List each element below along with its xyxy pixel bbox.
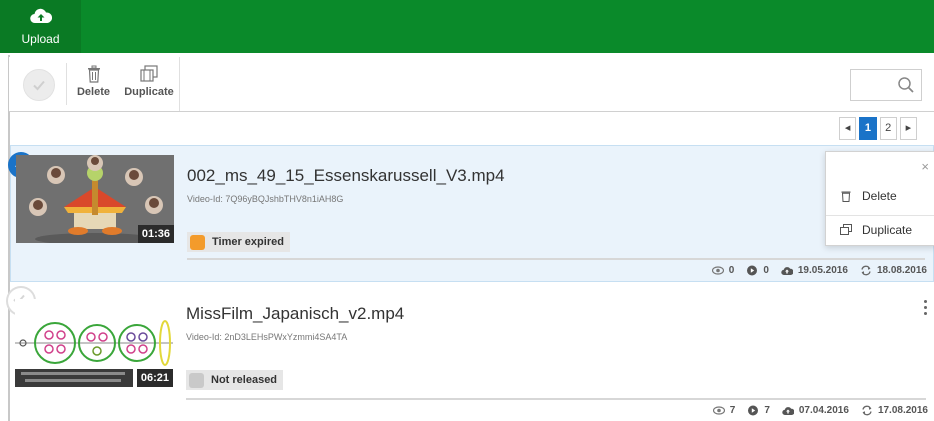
update-date: 17.08.2016 (877, 405, 928, 416)
delete-button[interactable]: Delete (71, 63, 116, 105)
cloud-upload-icon (781, 267, 793, 276)
status-label: Timer expired (212, 236, 284, 248)
row-divider (187, 258, 925, 260)
video-title[interactable]: MissFilm_Japanisch_v2.mp4 (186, 304, 404, 324)
pagination-page-1[interactable]: 1 (859, 117, 877, 140)
timer-icon (190, 234, 205, 250)
views-count: 7 (729, 405, 736, 416)
update-date-stat: 17.08.2016 (861, 405, 928, 416)
video-thumbnail[interactable]: 06:21 (15, 299, 173, 387)
row-context-menu: × Delete Duplicate (825, 151, 934, 246)
update-date: 18.08.2016 (876, 265, 927, 276)
trash-icon (87, 65, 100, 83)
upload-label: Upload (21, 32, 60, 46)
upload-date-stat: 19.05.2016 (781, 265, 848, 276)
video-id: Video-Id: 2nD3LEHsPWxYzmmi4SA4TA (186, 332, 348, 342)
status-badge: Timer expired (187, 232, 290, 252)
pagination-page-2[interactable]: 2 (879, 117, 897, 140)
video-row[interactable]: 06:21 MissFilm_Japanisch_v2.mp4 Video-Id… (6, 286, 934, 421)
context-delete-label: Delete (862, 189, 897, 203)
duplicate-film-icon (140, 65, 158, 82)
duplicate-button[interactable]: Duplicate (121, 63, 177, 105)
duplicate-film-icon (840, 224, 852, 235)
delete-label: Delete (76, 86, 111, 98)
search-input[interactable] (850, 69, 922, 101)
video-duration: 01:36 (137, 225, 174, 243)
video-stats: 0 0 19.05.2016 18.08.2016 (700, 265, 927, 276)
views-count: 0 (728, 265, 735, 276)
status-label: Not released (211, 374, 278, 386)
video-stats: 7 7 07.04.2016 17.08.2016 (701, 405, 928, 416)
toolbar-divider (179, 57, 180, 111)
search-icon (898, 77, 914, 93)
plays-count: 7 (764, 405, 770, 416)
cloud-upload-icon (30, 8, 52, 24)
video-thumbnail[interactable]: 01:36 (16, 155, 174, 243)
select-all-checkbox[interactable] (23, 69, 55, 101)
refresh-icon (861, 265, 871, 276)
plays-stat: 7 (747, 405, 770, 416)
update-date-stat: 18.08.2016 (860, 265, 927, 276)
top-bar: Upload (0, 0, 934, 53)
upload-button[interactable]: Upload (0, 0, 81, 53)
toolbar: Delete Duplicate (9, 57, 934, 112)
upload-date-stat: 07.04.2016 (782, 405, 849, 416)
cloud-upload-icon (782, 407, 794, 416)
checkmark-icon (33, 80, 45, 91)
status-badge: Not released (186, 370, 284, 390)
views-stat: 7 (712, 405, 736, 416)
play-icon (748, 405, 759, 416)
plays-count: 0 (763, 265, 769, 276)
video-id: Video-Id: 7Q96yBQJshbTHV8n1iAH8G (187, 194, 344, 204)
pagination-prev-button[interactable]: ◂ (839, 117, 857, 140)
refresh-icon (862, 405, 872, 416)
more-options-icon[interactable] (922, 300, 930, 318)
eye-icon (712, 406, 725, 415)
video-duration: 06:21 (136, 369, 173, 387)
play-icon (747, 265, 758, 276)
trash-icon (841, 191, 851, 202)
row-divider (186, 398, 926, 400)
context-duplicate-item[interactable]: Duplicate (826, 215, 934, 244)
close-icon[interactable]: × (921, 159, 929, 174)
not-released-icon (189, 372, 204, 388)
context-delete-item[interactable]: Delete (826, 182, 934, 210)
pagination: ◂ 1 2 ▸ (839, 117, 917, 140)
video-title[interactable]: 002_ms_49_15_Essenskarussell_V3.mp4 (187, 166, 505, 186)
plays-stat: 0 (746, 265, 769, 276)
context-duplicate-label: Duplicate (862, 223, 913, 237)
views-stat: 0 (711, 265, 735, 276)
upload-date: 19.05.2016 (797, 265, 848, 276)
video-row[interactable]: 01:36 002_ms_49_15_Essenskarussell_V3.mp… (8, 145, 934, 282)
duplicate-label: Duplicate (124, 86, 174, 98)
eye-icon (711, 266, 724, 275)
pagination-next-button[interactable]: ▸ (899, 117, 917, 140)
toolbar-divider (66, 63, 67, 105)
upload-date: 07.04.2016 (798, 405, 849, 416)
